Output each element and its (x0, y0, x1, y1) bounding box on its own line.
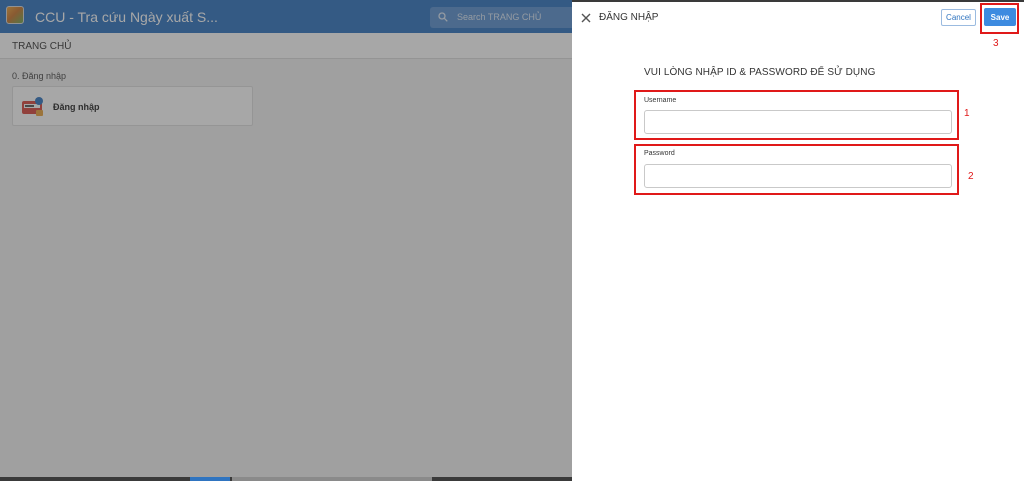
panel-title: ĐĂNG NHẬP (599, 12, 659, 23)
bottom-strip-scrollbar (232, 477, 432, 481)
close-icon[interactable] (580, 12, 592, 24)
annotation-box-password (634, 144, 959, 195)
annotation-box-username (634, 90, 959, 140)
bottom-strip-accent (190, 477, 230, 481)
login-panel: ĐĂNG NHẬP Cancel Save VUI LÒNG NHẬP ID &… (572, 0, 1024, 481)
modal-overlay[interactable] (0, 0, 572, 481)
panel-top-border (572, 0, 1024, 2)
annotation-number-1: 1 (964, 108, 970, 119)
background-app: CCU - Tra cứu Ngày xuất S... Search TRAN… (0, 0, 572, 481)
annotation-number-3: 3 (993, 38, 999, 49)
cancel-button[interactable]: Cancel (941, 9, 976, 26)
login-instruction: VUI LÒNG NHẬP ID & PASSWORD ĐỂ SỬ DỤNG (644, 67, 876, 78)
annotation-box-save (980, 3, 1019, 34)
annotation-number-2: 2 (968, 171, 974, 182)
